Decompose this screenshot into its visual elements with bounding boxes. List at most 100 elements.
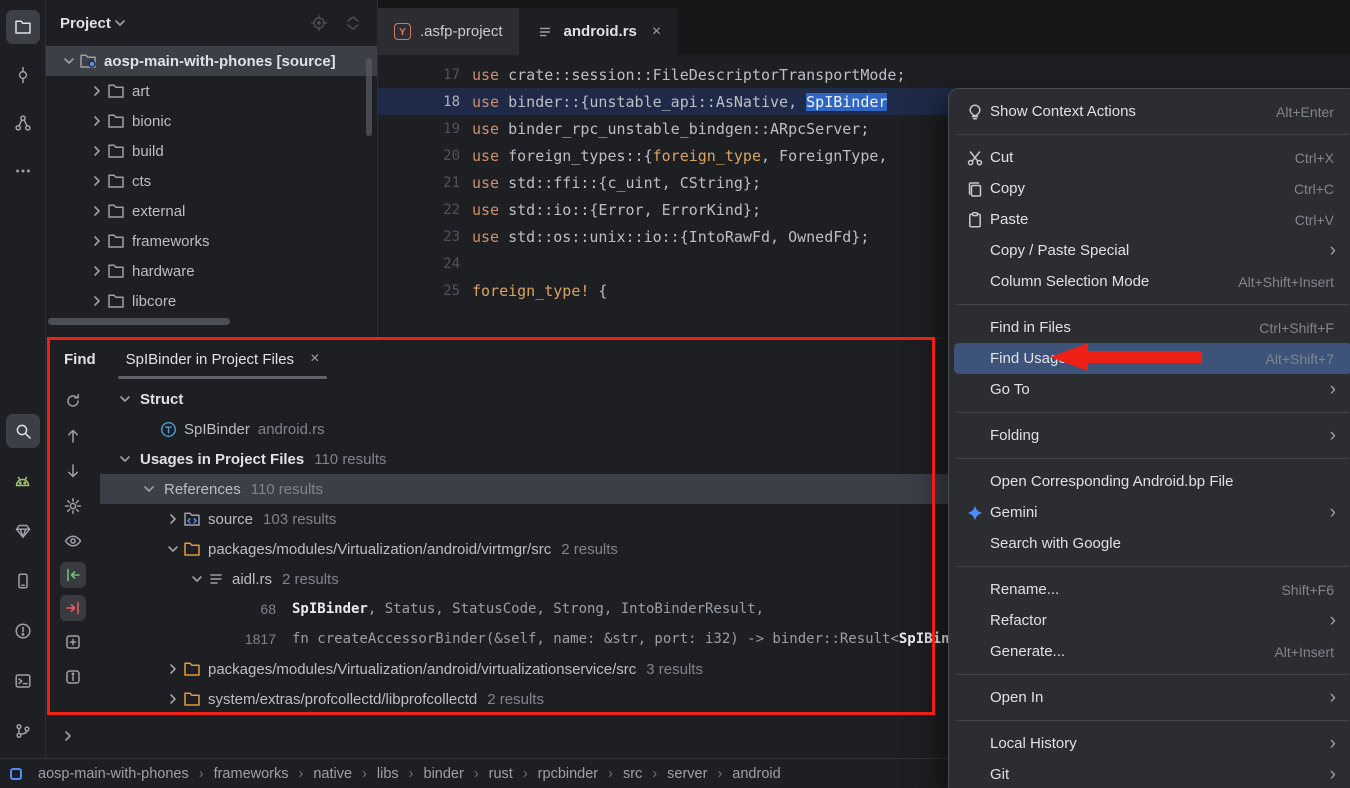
project-root-item[interactable]: aosp-main-with-phones [source]	[46, 46, 377, 76]
submenu-arrow-icon: ›	[1330, 734, 1340, 753]
autoscroll-to-source-icon[interactable]	[60, 595, 86, 621]
menu-item-paste[interactable]: PasteCtrl+V	[954, 204, 1350, 235]
tab-android-rs[interactable]: android.rs ×	[519, 8, 678, 55]
settings-icon[interactable]	[59, 492, 87, 520]
project-folder-cts[interactable]: cts	[46, 166, 377, 196]
chevron-down-icon[interactable]	[116, 391, 134, 407]
chevron-right-icon[interactable]	[88, 263, 106, 279]
tab-asfp-project[interactable]: Y .asfp-project	[378, 8, 519, 55]
find-tab-label: SpIBinder in Project Files	[126, 351, 294, 368]
chevron-right-icon[interactable]	[88, 203, 106, 219]
menu-item-go-to[interactable]: Go To›	[954, 374, 1350, 405]
open-in-new-tab-icon[interactable]	[59, 628, 87, 656]
chevron-right-icon[interactable]	[88, 143, 106, 159]
project-folder-bionic[interactable]: bionic	[46, 106, 377, 136]
chevron-right-icon[interactable]	[88, 113, 106, 129]
menu-item-find-in-files[interactable]: Find in FilesCtrl+Shift+F	[954, 312, 1350, 343]
breadcrumb-android[interactable]: android	[732, 766, 780, 782]
menu-item-copy[interactable]: CopyCtrl+C	[954, 173, 1350, 204]
chevron-right-icon[interactable]	[164, 511, 182, 527]
menu-item-gemini[interactable]: Gemini›	[954, 497, 1350, 528]
code-line-17[interactable]: 17use crate::session::FileDescriptorTran…	[378, 61, 1350, 88]
chevron-right-icon[interactable]	[88, 233, 106, 249]
menu-item-search-with-google[interactable]: Search with Google	[954, 528, 1350, 559]
lightbulb-icon	[962, 103, 988, 121]
more-tool-windows-icon[interactable]	[6, 154, 40, 188]
menu-item-show-context-actions[interactable]: Show Context ActionsAlt+Enter	[954, 96, 1350, 127]
chevron-down-icon[interactable]	[60, 53, 78, 69]
chevron-right-icon[interactable]	[88, 293, 106, 309]
breadcrumb-native[interactable]: native	[313, 766, 352, 782]
breadcrumb-rust[interactable]: rust	[489, 766, 513, 782]
chevron-down-icon[interactable]	[164, 541, 182, 557]
folder-icon	[106, 172, 126, 190]
find-icon[interactable]	[6, 414, 40, 448]
result-count: 2 results	[282, 571, 339, 588]
copy-icon	[962, 180, 988, 198]
breadcrumb-aosp-main-with-phones[interactable]: aosp-main-with-phones	[38, 766, 189, 782]
navigate-down-icon[interactable]	[59, 457, 87, 485]
menu-item-refactor[interactable]: Refactor›	[954, 605, 1350, 636]
terminal-icon[interactable]	[6, 664, 40, 698]
project-folder-build[interactable]: build	[46, 136, 377, 166]
chevron-right-icon[interactable]	[60, 728, 76, 749]
project-folder-external[interactable]: external	[46, 196, 377, 226]
refresh-icon[interactable]	[59, 387, 87, 415]
preview-icon[interactable]	[59, 527, 87, 555]
project-root-folder-icon	[78, 52, 98, 70]
app-insights-icon[interactable]	[6, 514, 40, 548]
chevron-right-icon[interactable]	[164, 691, 182, 707]
menu-item-local-history[interactable]: Local History›	[954, 728, 1350, 759]
project-folder-hardware[interactable]: hardware	[46, 256, 377, 286]
structure-icon[interactable]	[6, 106, 40, 140]
vertical-scrollbar[interactable]	[366, 58, 372, 136]
chevron-down-icon[interactable]	[111, 15, 129, 31]
submenu-arrow-icon: ›	[1330, 688, 1340, 707]
result-count: 110 results	[314, 451, 386, 468]
source-icon	[182, 510, 202, 528]
project-icon[interactable]	[6, 10, 40, 44]
commit-icon[interactable]	[6, 58, 40, 92]
menu-item-generate[interactable]: Generate...Alt+Insert	[954, 636, 1350, 667]
breadcrumb-server[interactable]: server	[667, 766, 707, 782]
project-folder-frameworks[interactable]: frameworks	[46, 226, 377, 256]
navigate-up-icon[interactable]	[59, 422, 87, 450]
menu-item-git[interactable]: Git›	[954, 759, 1350, 788]
breadcrumb-binder[interactable]: binder	[424, 766, 464, 782]
version-control-icon[interactable]	[6, 714, 40, 748]
folder-icon	[182, 660, 202, 678]
menu-item-open-corresponding-android-bp-file[interactable]: Open Corresponding Android.bp File	[954, 466, 1350, 497]
breadcrumb-rpcbinder[interactable]: rpcbinder	[538, 766, 598, 782]
chevron-down-icon[interactable]	[116, 451, 134, 467]
collapse-all-icon[interactable]	[343, 14, 363, 32]
horizontal-scrollbar[interactable]	[48, 318, 230, 325]
chevron-down-icon[interactable]	[188, 571, 206, 587]
menu-item-cut[interactable]: CutCtrl+X	[954, 142, 1350, 173]
breadcrumb-libs[interactable]: libs	[377, 766, 399, 782]
device-manager-icon[interactable]	[6, 564, 40, 598]
breadcrumb-src[interactable]: src	[623, 766, 642, 782]
problems-icon[interactable]	[6, 614, 40, 648]
close-find-tab-icon[interactable]: ×	[310, 350, 319, 368]
chevron-right-icon[interactable]	[88, 83, 106, 99]
chevron-down-icon[interactable]	[140, 481, 158, 497]
jump-to-source-icon[interactable]	[60, 562, 86, 588]
usage-line-number: 68	[230, 601, 276, 617]
menu-item-open-in[interactable]: Open In›	[954, 682, 1350, 713]
close-tab-icon[interactable]: ×	[652, 23, 661, 41]
select-opened-file-icon[interactable]	[309, 14, 329, 32]
logcat-icon[interactable]	[6, 464, 40, 498]
yaml-file-icon: Y	[394, 23, 411, 40]
menu-item-folding[interactable]: Folding›	[954, 420, 1350, 451]
project-folder-art[interactable]: art	[46, 76, 377, 106]
menu-item-rename[interactable]: Rename...Shift+F6	[954, 574, 1350, 605]
menu-item-copy-paste-special[interactable]: Copy / Paste Special›	[954, 235, 1350, 266]
project-folder-libcore[interactable]: libcore	[46, 286, 377, 316]
chevron-right-icon[interactable]	[88, 173, 106, 189]
chevron-right-icon[interactable]	[164, 661, 182, 677]
menu-item-find-usages[interactable]: Find UsagesAlt+Shift+7	[954, 343, 1350, 374]
find-results-tab[interactable]: SpIBinder in Project Files ×	[118, 339, 328, 379]
menu-item-column-selection-mode[interactable]: Column Selection ModeAlt+Shift+Insert	[954, 266, 1350, 297]
breadcrumb-frameworks[interactable]: frameworks	[214, 766, 289, 782]
help-icon[interactable]	[59, 663, 87, 691]
